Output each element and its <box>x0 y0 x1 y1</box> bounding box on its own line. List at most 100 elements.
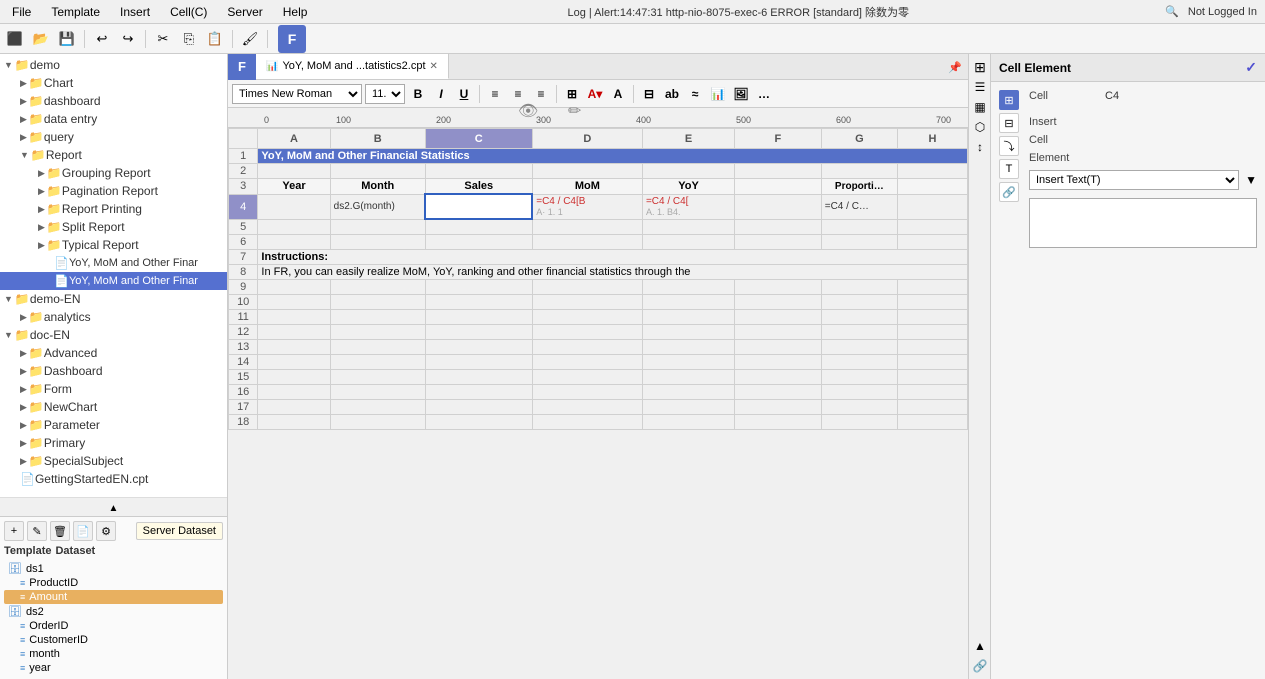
row-header-17[interactable]: 17 <box>229 399 258 414</box>
row-header-2[interactable]: 2 <box>229 164 258 179</box>
menu-file[interactable]: File <box>8 3 35 21</box>
row-header-15[interactable]: 15 <box>229 369 258 384</box>
font-color-btn[interactable]: A <box>608 84 628 104</box>
cell-4b[interactable]: ds2.G(month) <box>330 194 425 219</box>
edit-icon[interactable]: ✏ <box>568 101 581 121</box>
font-select[interactable]: Times New Roman <box>232 84 362 104</box>
cut-btn[interactable]: ✂ <box>152 28 174 50</box>
cell-6g[interactable] <box>821 234 897 249</box>
paint-btn[interactable]: 🖌 <box>239 28 261 50</box>
row-header-6[interactable]: 6 <box>229 234 258 249</box>
border-btn[interactable]: ⊟ <box>639 84 659 104</box>
preview-icon[interactable]: 👁 <box>518 101 538 121</box>
italic-btn[interactable]: I <box>431 84 451 104</box>
cell-5h[interactable] <box>897 219 967 234</box>
sidebar-item-dataentry[interactable]: ▶ 📁 data entry <box>0 110 227 128</box>
col-header-e[interactable]: E <box>642 129 734 149</box>
row-header-4[interactable]: 4 <box>229 194 258 219</box>
sidebar-item-gettingstarted[interactable]: 📄 GettingStartedEN.cpt <box>0 470 227 488</box>
col-header-g[interactable]: G <box>821 129 897 149</box>
dataset-ds1[interactable]: 🗄 ds1 <box>4 561 223 576</box>
strip-icon-3[interactable]: ▦ <box>971 98 989 116</box>
sidebar-item-splitreport[interactable]: ▶ 📁 Split Report <box>0 218 227 236</box>
tab-pin-icon[interactable]: 📌 <box>948 62 962 74</box>
cell-3d[interactable]: MoM <box>532 179 642 195</box>
row-header-18[interactable]: 18 <box>229 414 258 429</box>
sheet-area[interactable]: A B C D E F G H 1 <box>228 128 968 679</box>
more-btn[interactable]: … <box>754 84 774 104</box>
sidebar-item-parameter[interactable]: ▶ 📁 Parameter <box>0 416 227 434</box>
sidebar-item-reportprinting[interactable]: ▶ 📁 Report Printing <box>0 200 227 218</box>
cell-2e[interactable] <box>642 164 734 179</box>
sidebar-item-primary[interactable]: ▶ 📁 Primary <box>0 434 227 452</box>
cell-6a[interactable] <box>258 234 330 249</box>
panel-icon-expand[interactable]: ⊟ <box>999 113 1019 133</box>
row-header-3[interactable]: 3 <box>229 179 258 195</box>
cell-3h[interactable] <box>897 179 967 195</box>
tab-actions[interactable]: 📌 <box>942 60 968 74</box>
title-cell[interactable]: YoY, MoM and Other Financial Statistics <box>258 149 968 164</box>
panel-icon-text[interactable]: T <box>999 159 1019 179</box>
row-header-13[interactable]: 13 <box>229 339 258 354</box>
sidebar-item-typicalreport[interactable]: ▶ 📁 Typical Report <box>0 236 227 254</box>
format-btn[interactable]: ab <box>662 84 682 104</box>
image-btn[interactable]: 🖼 <box>731 84 751 104</box>
menu-help[interactable]: Help <box>279 3 312 21</box>
sidebar-item-specialsubject[interactable]: ▶ 📁 SpecialSubject <box>0 452 227 470</box>
cell-3g[interactable]: Proporti… <box>821 179 897 195</box>
cell-4d[interactable]: =C4 / C4[BA· 1. 1 <box>532 194 642 219</box>
open-btn[interactable]: 📂 <box>30 28 52 50</box>
cell-3e[interactable]: YoY <box>642 179 734 195</box>
sidebar-item-demo[interactable]: ▼ 📁 demo <box>0 56 227 74</box>
dropdown-icon[interactable]: ▼ <box>1245 173 1257 187</box>
sidebar-item-docen-dashboard[interactable]: ▶ 📁 Dashboard <box>0 362 227 380</box>
ds2-field-customerid[interactable]: ≡ CustomerID <box>4 633 223 647</box>
ds2-field-orderid[interactable]: ≡ OrderID <box>4 619 223 633</box>
sidebar-item-chart[interactable]: ▶ 📁 Chart <box>0 74 227 92</box>
ds2-field-year[interactable]: ≡ year <box>4 661 223 675</box>
row-header-5[interactable]: 5 <box>229 219 258 234</box>
ds2-field-month[interactable]: ≡ month <box>4 647 223 661</box>
cell-2b[interactable] <box>330 164 425 179</box>
cell-6b[interactable] <box>330 234 425 249</box>
cell-6d[interactable] <box>532 234 642 249</box>
sidebar-item-query[interactable]: ▶ 📁 query <box>0 128 227 146</box>
cell-8a[interactable]: In FR, you can easily realize MoM, YoY, … <box>258 264 968 279</box>
row-header-1[interactable]: 1 <box>229 149 258 164</box>
sidebar-item-yoy2[interactable]: 📄 YoY, MoM and Other Finar <box>0 272 227 290</box>
cell-3c[interactable]: Sales <box>425 179 532 195</box>
confirm-checkmark[interactable]: ✓ <box>1245 59 1257 76</box>
chart-insert-btn[interactable]: 📊 <box>708 84 728 104</box>
sidebar-item-pagination[interactable]: ▶ 📁 Pagination Report <box>0 182 227 200</box>
strip-icon-5[interactable]: ↕ <box>971 138 989 156</box>
active-tab[interactable]: 📊 YoY, MoM and ...tatistics2.cpt ✕ <box>256 54 449 79</box>
cell-2h[interactable] <box>897 164 967 179</box>
cell-6h[interactable] <box>897 234 967 249</box>
search-icon[interactable]: 🔍 <box>1165 6 1179 18</box>
row-header-12[interactable]: 12 <box>229 324 258 339</box>
row-header-11[interactable]: 11 <box>229 309 258 324</box>
export-dataset-btn[interactable]: 📄 <box>73 521 93 541</box>
cell-2d[interactable] <box>532 164 642 179</box>
add-dataset-btn[interactable]: + <box>4 521 24 541</box>
row-header-10[interactable]: 10 <box>229 294 258 309</box>
cell-content-input[interactable] <box>1029 198 1257 248</box>
fill-color-btn[interactable]: A▾ <box>585 84 605 104</box>
panel-icon-chain[interactable]: 🔗 <box>999 182 1019 202</box>
cell-6e[interactable] <box>642 234 734 249</box>
sidebar-item-dashboard[interactable]: ▶ 📁 dashboard <box>0 92 227 110</box>
menu-server[interactable]: Server <box>223 3 266 21</box>
cell-2a[interactable] <box>258 164 330 179</box>
edit-dataset-btn[interactable]: ✎ <box>27 521 47 541</box>
insert-type-select[interactable]: Insert Text(T) <box>1029 170 1239 190</box>
sidebar-item-advanced[interactable]: ▶ 📁 Advanced <box>0 344 227 362</box>
menu-insert[interactable]: Insert <box>116 3 154 21</box>
panel-icon-arrow[interactable]: ⤵ <box>999 136 1019 156</box>
col-header-a[interactable]: A <box>258 129 330 149</box>
cell-5c[interactable] <box>425 219 532 234</box>
paste-btn[interactable]: 📋 <box>204 28 226 50</box>
delete-dataset-btn[interactable]: 🗑 <box>50 521 70 541</box>
scroll-up-indicator[interactable]: ▲ <box>0 497 227 516</box>
sidebar-item-demo-en[interactable]: ▼ 📁 demo-EN <box>0 290 227 308</box>
row-header-14[interactable]: 14 <box>229 354 258 369</box>
